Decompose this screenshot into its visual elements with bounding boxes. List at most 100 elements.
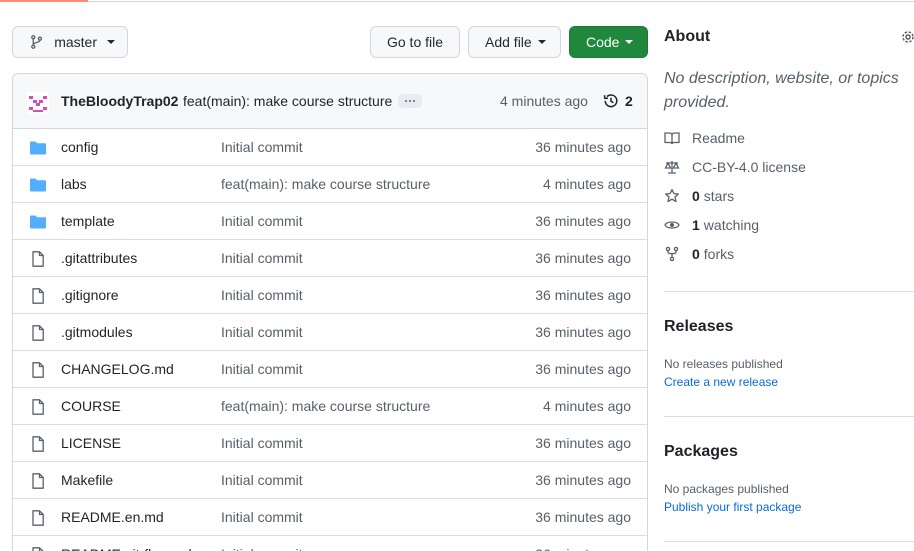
file-icon (32, 473, 44, 489)
file-commit-time: 36 minutes ago (535, 546, 631, 551)
file-commit-time: 36 minutes ago (535, 509, 631, 525)
file-row: Makefile Initial commit 36 minutes ago (13, 462, 647, 499)
file-commit-message-link[interactable]: Initial commit (221, 324, 303, 340)
book-icon (664, 132, 680, 145)
file-name-link[interactable]: README.git-flow.md (61, 546, 192, 551)
folder-icon (30, 215, 46, 229)
about-heading: About (664, 28, 711, 45)
header-divider (88, 1, 914, 2)
folder-icon (30, 178, 46, 192)
history-icon (603, 94, 618, 108)
file-name-link[interactable]: COURSE (61, 398, 121, 414)
file-name-link[interactable]: .gitignore (61, 287, 119, 303)
file-commit-time: 36 minutes ago (535, 287, 631, 303)
file-commit-message-link[interactable]: Initial commit (221, 435, 303, 451)
releases-heading[interactable]: Releases (664, 318, 733, 336)
sidebar-divider (664, 541, 914, 542)
forks-link[interactable]: 0 forks (664, 246, 734, 262)
watching-count: 1 (692, 217, 700, 233)
file-commit-message-link[interactable]: feat(main): make course structure (221, 176, 430, 192)
file-commit-time: 36 minutes ago (535, 472, 631, 488)
packages-heading[interactable]: Packages (664, 443, 738, 461)
file-row: README.git-flow.md Initial commit 36 minut… (13, 536, 647, 551)
file-commit-message-link[interactable]: Initial commit (221, 139, 303, 155)
file-commit-message-link[interactable]: Initial commit (221, 509, 303, 525)
chevron-down-icon (537, 40, 546, 44)
folder-icon (30, 141, 46, 155)
watching-link[interactable]: 1 watching (664, 217, 759, 233)
branch-name: master (54, 34, 97, 50)
code-label: Code (586, 34, 620, 50)
file-name-link[interactable]: CHANGELOG.md (61, 361, 174, 377)
file-commit-message-link[interactable]: Initial commit (221, 287, 303, 303)
add-file-label: Add file (485, 34, 532, 50)
file-name-link[interactable]: .gitattributes (61, 250, 137, 266)
readme-link[interactable]: Readme (664, 130, 745, 146)
file-commit-message-link[interactable]: feat(main): make course structure (221, 398, 430, 414)
code-button[interactable]: Code (569, 26, 648, 58)
add-file-button[interactable]: Add file (468, 26, 561, 58)
commit-message[interactable]: feat(main): make course structure (183, 93, 392, 109)
expand-commit-button[interactable] (398, 94, 422, 108)
file-commit-message-link[interactable]: Initial commit (221, 472, 303, 488)
file-name-link[interactable]: labs (61, 176, 87, 192)
file-commit-time: 4 minutes ago (543, 176, 631, 192)
file-commit-message-link[interactable]: Initial commit (221, 546, 303, 551)
license-label: CC-BY-4.0 license (692, 159, 806, 175)
watching-label: watching (703, 217, 760, 233)
stars-link[interactable]: 0 stars (664, 188, 734, 204)
chevron-down-icon (625, 40, 634, 44)
file-name-link[interactable]: LICENSE (61, 435, 121, 451)
file-icon (32, 547, 44, 551)
create-release-link[interactable]: Create a new release (664, 375, 778, 389)
file-commit-message-link[interactable]: Initial commit (221, 213, 303, 229)
file-name-link[interactable]: README.en.md (61, 509, 164, 525)
commit-history-link[interactable]: 2 (603, 93, 633, 109)
file-name-link[interactable]: config (61, 139, 98, 155)
file-name-link[interactable]: Makefile (61, 472, 113, 488)
law-icon (664, 161, 680, 174)
file-commit-time: 36 minutes ago (535, 250, 631, 266)
file-commit-time: 36 minutes ago (535, 213, 631, 229)
eye-icon (664, 221, 680, 229)
file-row: .gitmodules Initial commit 36 minutes ago (13, 314, 647, 351)
file-icon (32, 325, 44, 341)
go-to-file-button[interactable]: Go to file (370, 26, 460, 58)
license-link[interactable]: CC-BY-4.0 license (664, 159, 806, 175)
file-commit-time: 36 minutes ago (535, 324, 631, 340)
star-icon (665, 188, 679, 203)
file-row: LICENSE Initial commit 36 minutes ago (13, 425, 647, 462)
file-row: .gitattributes Initial commit 36 minutes a… (13, 240, 647, 277)
file-name-link[interactable]: template (61, 213, 115, 229)
file-commit-time: 36 minutes ago (535, 139, 631, 155)
forks-label: forks (703, 246, 735, 262)
commit-count: 2 (625, 93, 633, 109)
publish-package-link[interactable]: Publish your first package (664, 500, 801, 514)
sidebar-divider (664, 416, 914, 417)
file-row: labs feat(main): make course structure 4 m… (13, 166, 647, 203)
file-row: COURSE feat(main): make course structure 4… (13, 388, 647, 425)
file-icon (32, 251, 44, 267)
stars-label: stars (703, 188, 735, 204)
file-commit-message-link[interactable]: Initial commit (221, 250, 303, 266)
gear-icon[interactable] (900, 29, 914, 45)
stars-count: 0 (692, 188, 700, 204)
file-icon (32, 436, 44, 452)
branch-select-button[interactable]: master (12, 26, 128, 58)
sidebar-divider (664, 291, 914, 292)
file-icon (32, 362, 44, 378)
file-list: config Initial commit 36 minutes ago labs fe… (13, 129, 647, 551)
file-commit-time: 36 minutes ago (535, 361, 631, 377)
commit-time[interactable]: 4 minutes ago (500, 93, 588, 109)
file-row: README.en.md Initial commit 36 minutes ago (13, 499, 647, 536)
file-row: template Initial commit 36 minutes ago (13, 203, 647, 240)
file-commit-message-link[interactable]: Initial commit (221, 361, 303, 377)
chevron-down-icon (107, 40, 115, 44)
active-tab-underline (0, 0, 88, 2)
avatar[interactable] (27, 92, 49, 114)
file-name-link[interactable]: .gitmodules (61, 324, 133, 340)
file-browser: TheBloodyTrap02 feat(main): make course … (12, 73, 648, 551)
packages-empty-text: No packages published (664, 482, 789, 496)
commit-author[interactable]: TheBloodyTrap02 (61, 93, 178, 109)
file-commit-time: 36 minutes ago (535, 435, 631, 451)
